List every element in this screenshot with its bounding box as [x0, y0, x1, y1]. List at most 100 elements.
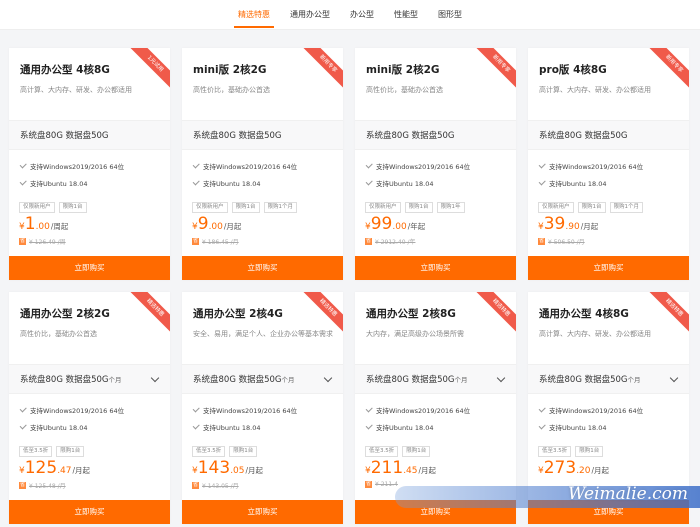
price-decimal: .47 [57, 466, 72, 476]
chevron-down-icon[interactable] [150, 373, 160, 383]
original-price-text: ¥ 2912.40 /年 [375, 239, 416, 246]
price-decimal: .45 [403, 466, 418, 476]
price-integer: 211 [370, 458, 404, 478]
disk-spec-text: 系统盘80G 数据盘50G [20, 131, 109, 141]
watermark-logo: Weimalie.com [395, 480, 700, 516]
check-icon [192, 161, 200, 169]
discount-tag-icon: 省 [365, 481, 372, 488]
limit-badge: 低至3.5折 [19, 446, 53, 457]
original-price-text: ¥ 186.45 /月 [202, 239, 239, 246]
disk-spec: 系统盘80G 数据盘50G [355, 120, 516, 150]
disk-spec-select[interactable]: 系统盘80G 数据盘50G 个月 [9, 364, 170, 394]
price-integer: 273 [543, 458, 577, 478]
limit-badge: 限购1台 [577, 202, 606, 213]
price-integer: 9 [197, 214, 209, 234]
price-integer: 143 [197, 458, 231, 478]
original-price-text: ¥ 126.49 /周 [29, 239, 66, 246]
limit-badge: 限购1台 [231, 202, 260, 213]
limit-badge: 低至3.5折 [538, 446, 572, 457]
tab-office[interactable]: 办公型 [340, 0, 384, 30]
buy-now-button[interactable]: 立即购买 [182, 500, 343, 524]
disk-spec-text: 系统盘80G 数据盘50G [20, 375, 109, 385]
original-price: 省 ¥ 126.49 /周 [19, 237, 66, 246]
tab-graphics[interactable]: 图形型 [428, 0, 472, 30]
feature-text: 支持Ubuntu 18.04 [30, 180, 88, 188]
discount-tag-icon: 省 [19, 482, 26, 489]
discount-tag-icon: 省 [192, 482, 199, 489]
disk-spec: 系统盘80G 数据盘50G [9, 120, 170, 150]
buy-now-button[interactable]: 立即购买 [182, 256, 343, 280]
disk-spec-text: 系统盘80G 数据盘50G [539, 375, 628, 385]
limit-badge: 低至3.5折 [192, 446, 226, 457]
buy-now-button[interactable]: 立即购买 [9, 500, 170, 524]
feature-text: 支持Ubuntu 18.04 [376, 180, 434, 188]
purchase-limits: 仅限新用户 限购1台 限购1年 [365, 202, 465, 213]
spec-unit: 个月 [281, 376, 295, 384]
check-icon [538, 405, 546, 413]
chevron-down-icon[interactable] [323, 373, 333, 383]
price-decimal: .20 [576, 466, 591, 476]
limit-badge: 限购1台 [58, 202, 87, 213]
feature-item: 支持Ubuntu 18.04 [19, 422, 88, 432]
product-description: 大内存，满足高级办公场景所需 [366, 330, 464, 338]
buy-now-button[interactable]: 立即购买 [355, 256, 516, 280]
check-icon [365, 405, 373, 413]
product-description: 高性价比，基础办公首选 [20, 330, 97, 338]
discount-tag-icon: 省 [365, 238, 372, 245]
purchase-limits: 仅限新用户 限购1台 限购1个月 [192, 202, 298, 213]
chevron-down-icon[interactable] [496, 373, 506, 383]
buy-now-button[interactable]: 立即购买 [528, 256, 689, 280]
tab-general-office[interactable]: 通用办公型 [280, 0, 340, 30]
limit-badge: 限购1个月 [609, 202, 644, 213]
feature-item: 支持Windows2019/2016 64位 [538, 161, 643, 171]
buy-now-button[interactable]: 立即购买 [9, 256, 170, 280]
check-icon [19, 405, 27, 413]
product-title: 通用办公型 2核2G [20, 308, 110, 320]
feature-text: 支持Ubuntu 18.04 [549, 180, 607, 188]
feature-item: 支持Windows2019/2016 64位 [192, 161, 297, 171]
original-price: 省 ¥ 211.4 [365, 481, 398, 488]
limit-badge: 仅限新用户 [192, 202, 228, 213]
price-period: /周起 [50, 222, 69, 231]
feature-text: 支持Ubuntu 18.04 [30, 424, 88, 432]
price-integer: 125 [24, 458, 58, 478]
feature-text: 支持Ubuntu 18.04 [203, 424, 261, 432]
disk-spec-select[interactable]: 系统盘80G 数据盘50G 个月 [528, 364, 689, 394]
original-price-text: ¥ 143.05 /月 [202, 483, 239, 490]
price-decimal: .00 [208, 222, 223, 232]
price-period: /月起 [72, 466, 91, 475]
check-icon [192, 178, 200, 186]
purchase-limits: 低至3.5折 限购1台 [365, 446, 431, 457]
original-price: 省 ¥ 125.48 /月 [19, 481, 66, 490]
price: ¥273.20/月起 [538, 458, 609, 478]
disk-spec: 系统盘80G 数据盘50G [528, 120, 689, 150]
tab-featured[interactable]: 精选特惠 [228, 0, 280, 30]
feature-item: 支持Ubuntu 18.04 [365, 178, 434, 188]
price: ¥143.05/月起 [192, 458, 263, 478]
chevron-down-icon[interactable] [669, 373, 679, 383]
disk-spec-select[interactable]: 系统盘80G 数据盘50G 个月 [355, 364, 516, 394]
disk-spec-text: 系统盘80G 数据盘50G [366, 375, 455, 385]
limit-badge: 限购1台 [56, 446, 85, 457]
feature-item: 支持Ubuntu 18.04 [365, 422, 433, 432]
feature-text: 支持Windows2019/2016 64位 [30, 163, 125, 171]
feature-text: 支持Windows2019/2016 64位 [203, 407, 298, 415]
product-card: 新用专享 pro版 4核8G 高计算、大内存、研发、办公都适用 系统盘80G 数… [528, 48, 689, 280]
product-card: 1元试用 通用办公型 4核8G 高计算、大内存、研发、办公都适用 系统盘80G … [9, 48, 170, 280]
purchase-limits: 仅限新用户 限购1台 限购1个月 [538, 202, 644, 213]
purchase-limits: 低至3.5折 限购1台 [538, 446, 604, 457]
category-tabs: 精选特惠 通用办公型 办公型 性能型 图形型 [0, 0, 700, 30]
product-description: 高计算、大内存、研发、办公都适用 [539, 86, 651, 94]
price: ¥9.00/月起 [192, 214, 241, 234]
tab-performance[interactable]: 性能型 [384, 0, 428, 30]
price-decimal: .90 [565, 222, 580, 232]
original-price-text: ¥ 506.50 /月 [548, 239, 585, 246]
purchase-limits: 低至3.5折 限购1台 [19, 446, 85, 457]
product-description: 高性价比，基础办公首选 [193, 86, 270, 94]
spec-unit: 个月 [627, 376, 641, 384]
original-price: 省 ¥ 143.05 /月 [192, 481, 239, 490]
product-card: 精选特惠 通用办公型 2核4G 安全、易用，满足个人、企业办公等基本需求 系统盘… [182, 292, 343, 524]
disk-spec-select[interactable]: 系统盘80G 数据盘50G 个月 [182, 364, 343, 394]
limit-badge: 限购1年 [436, 202, 465, 213]
product-title: 通用办公型 2核8G [366, 308, 456, 320]
